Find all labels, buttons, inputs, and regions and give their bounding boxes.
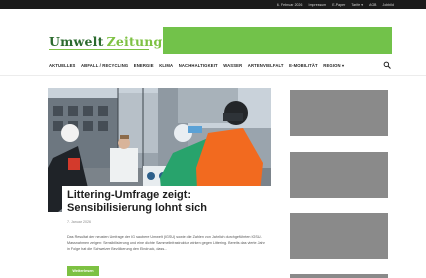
site-logo[interactable]: Umwelt Zeitung [49, 34, 163, 49]
nav-item-nachhaltigkeit[interactable]: NACHHALTIGKEIT [179, 63, 218, 68]
top-bar-link-jobs[interactable]: Jobbild [383, 3, 394, 7]
top-bar-link-tarife[interactable]: Tarife ▾ [351, 3, 363, 7]
article-title[interactable]: Littering-Umfrage zeigt: Sensibilisierun… [67, 189, 266, 214]
article-title-box[interactable]: Littering-Umfrage zeigt: Sensibilisierun… [62, 186, 271, 214]
nav-divider [0, 75, 426, 76]
logo-underline [49, 49, 149, 50]
nav-item-artenvielfalt[interactable]: ARTENVIELFALT [248, 63, 284, 68]
nav-item-aktuelles[interactable]: AKTUELLES [49, 63, 75, 68]
nav-item-energie[interactable]: ENERGIE [134, 63, 154, 68]
logo-text-umwelt: Umwelt [49, 34, 104, 49]
nav-item-region[interactable]: REGION ▾ [323, 63, 344, 68]
article-date: 7. Januar 2026 [67, 220, 91, 224]
search-icon[interactable] [383, 61, 391, 69]
top-bar-links: 6. Februar 2026 Impressum E-Paper Tarife… [277, 0, 394, 9]
article-excerpt: Das Resultat der neusten Umfrage der IG … [67, 235, 265, 251]
top-bar-link-epaper[interactable]: E-Paper [332, 3, 345, 7]
main-nav: AKTUELLES ABFALL / RECYCLING ENERGIE KLI… [49, 60, 344, 70]
logo-text-zeitung: Zeitung [106, 34, 163, 49]
sidebar-ad-2[interactable] [290, 152, 388, 198]
top-bar: 6. Februar 2026 Impressum E-Paper Tarife… [0, 0, 426, 9]
top-bar-link-agb[interactable]: AGB [369, 3, 376, 7]
nav-item-klima[interactable]: KLIMA [159, 63, 173, 68]
nav-item-abfall-recycling[interactable]: ABFALL / RECYCLING [81, 63, 128, 68]
nav-item-e-mobilitaet[interactable]: E-MOBILITÄT [289, 63, 318, 68]
read-more-button[interactable]: Weiterlesen [67, 266, 99, 276]
sidebar-ad-4[interactable] [290, 274, 388, 278]
nav-item-wasser[interactable]: WASSER [223, 63, 242, 68]
top-bar-date: 6. Februar 2026 [276, 2, 303, 7]
sidebar-ad-3[interactable] [290, 213, 388, 259]
sidebar-ad-1[interactable] [290, 90, 388, 136]
top-bar-link-impressum[interactable]: Impressum [309, 3, 327, 7]
header-ad-banner[interactable] [163, 27, 392, 54]
